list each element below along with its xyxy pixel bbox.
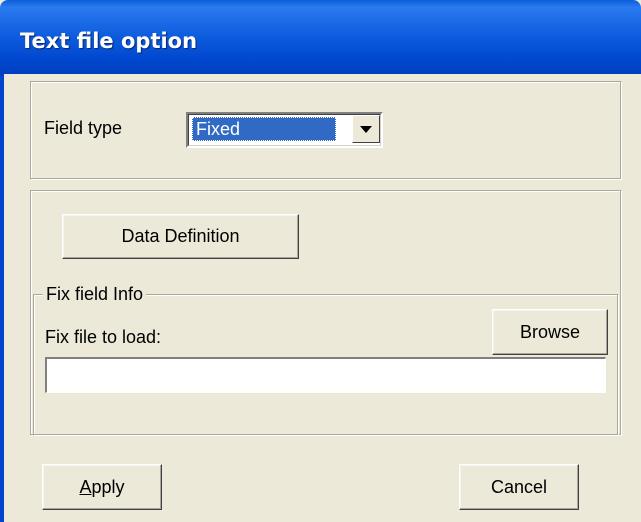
field-type-dropdown-button[interactable] [352,115,380,143]
apply-button[interactable]: Apply [42,464,162,510]
apply-button-label: Apply [79,477,125,497]
fix-file-input[interactable] [45,357,606,393]
chevron-down-icon [360,126,372,133]
field-type-select[interactable]: Fixed [186,112,383,148]
browse-button-label: Browse [519,322,581,342]
data-definition-button-label: Data Definition [121,226,240,246]
field-type-label: Field type [44,118,123,138]
field-type-selected-value: Fixed [192,117,336,141]
window-title: Text file option [20,29,198,53]
dialog-window: Text file option Field type Fixed Data D… [0,0,641,522]
cancel-button-label: Cancel [490,477,548,497]
title-bar[interactable]: Text file option [0,0,641,74]
cancel-button[interactable]: Cancel [459,464,579,510]
window-border [0,74,4,522]
browse-button[interactable]: Browse [492,309,608,355]
data-definition-button[interactable]: Data Definition [62,214,299,259]
fix-field-info-label: Fix field Info [43,284,147,305]
fix-file-label: Fix file to load: [45,327,162,347]
